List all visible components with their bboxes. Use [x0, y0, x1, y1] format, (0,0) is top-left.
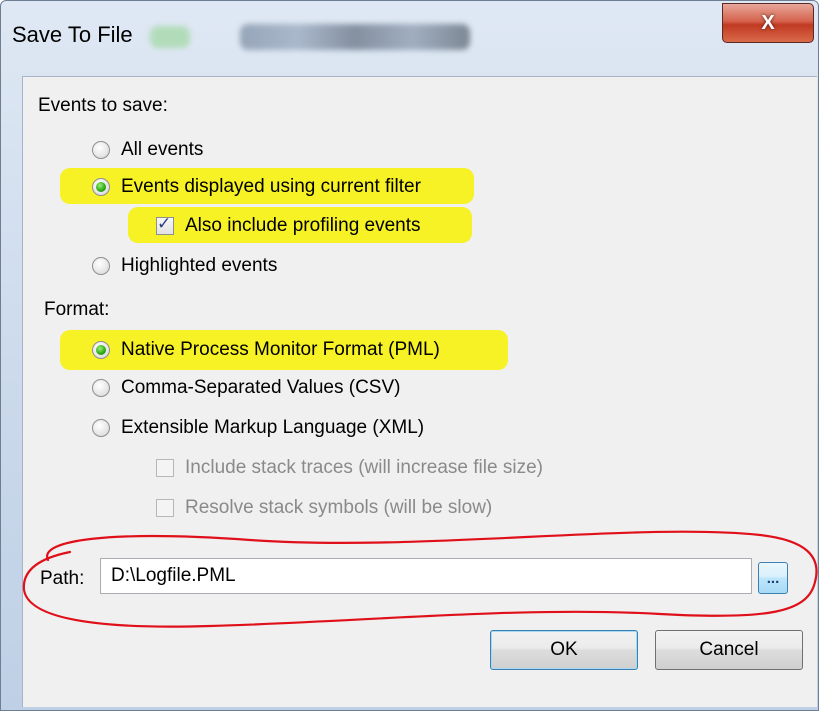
radio-button[interactable]: [92, 141, 110, 159]
ok-button[interactable]: OK: [490, 630, 638, 670]
radio-label: Highlighted events: [121, 255, 278, 276]
radio-label: All events: [121, 139, 204, 160]
cancel-button[interactable]: Cancel: [655, 630, 803, 670]
checkbox-label: Include stack traces (will increase file…: [185, 457, 543, 478]
path-label: Path:: [40, 568, 85, 589]
radio-format-xml[interactable]: Extensible Markup Language (XML): [92, 417, 472, 439]
ellipsis-icon: ...: [766, 570, 780, 587]
radio-format-csv[interactable]: Comma-Separated Values (CSV): [92, 377, 452, 399]
radio-button[interactable]: [92, 341, 110, 359]
checkbox-label: Also include profiling events: [185, 215, 421, 236]
close-icon: X: [761, 11, 775, 34]
radio-button[interactable]: [92, 178, 110, 196]
radio-button[interactable]: [92, 257, 110, 275]
radio-button[interactable]: [92, 419, 110, 437]
radio-button[interactable]: [92, 379, 110, 397]
path-input[interactable]: [100, 558, 752, 594]
format-heading: Format:: [44, 299, 110, 320]
radio-label: Extensible Markup Language (XML): [121, 417, 425, 438]
radio-label: Events displayed using current filter: [121, 176, 421, 197]
radio-label: Native Process Monitor Format (PML): [121, 339, 440, 360]
title-bar: Save To File X: [0, 0, 819, 70]
checkbox[interactable]: [156, 459, 174, 477]
checkbox[interactable]: [156, 499, 174, 517]
radio-label: Comma-Separated Values (CSV): [121, 377, 401, 398]
radio-format-pml[interactable]: Native Process Monitor Format (PML): [92, 339, 502, 361]
events-heading: Events to save:: [38, 95, 168, 116]
radio-highlighted-events[interactable]: Highlighted events: [92, 255, 332, 277]
radio-all-events[interactable]: All events: [92, 139, 292, 161]
browse-button[interactable]: ...: [758, 562, 788, 594]
background-blur: [150, 26, 190, 48]
background-blur: [240, 24, 470, 50]
dialog-title: Save To File: [12, 22, 133, 47]
checkbox[interactable]: [156, 214, 174, 235]
close-button[interactable]: X: [722, 3, 814, 43]
checkbox-label: Resolve stack symbols (will be slow): [185, 497, 493, 518]
checkbox-profiling-events[interactable]: Also include profiling events: [156, 214, 456, 237]
checkbox-include-stack-traces[interactable]: Include stack traces (will increase file…: [156, 457, 596, 479]
checkbox-resolve-stack-symbols[interactable]: Resolve stack symbols (will be slow): [156, 497, 536, 519]
radio-events-current-filter[interactable]: Events displayed using current filter: [92, 176, 472, 198]
